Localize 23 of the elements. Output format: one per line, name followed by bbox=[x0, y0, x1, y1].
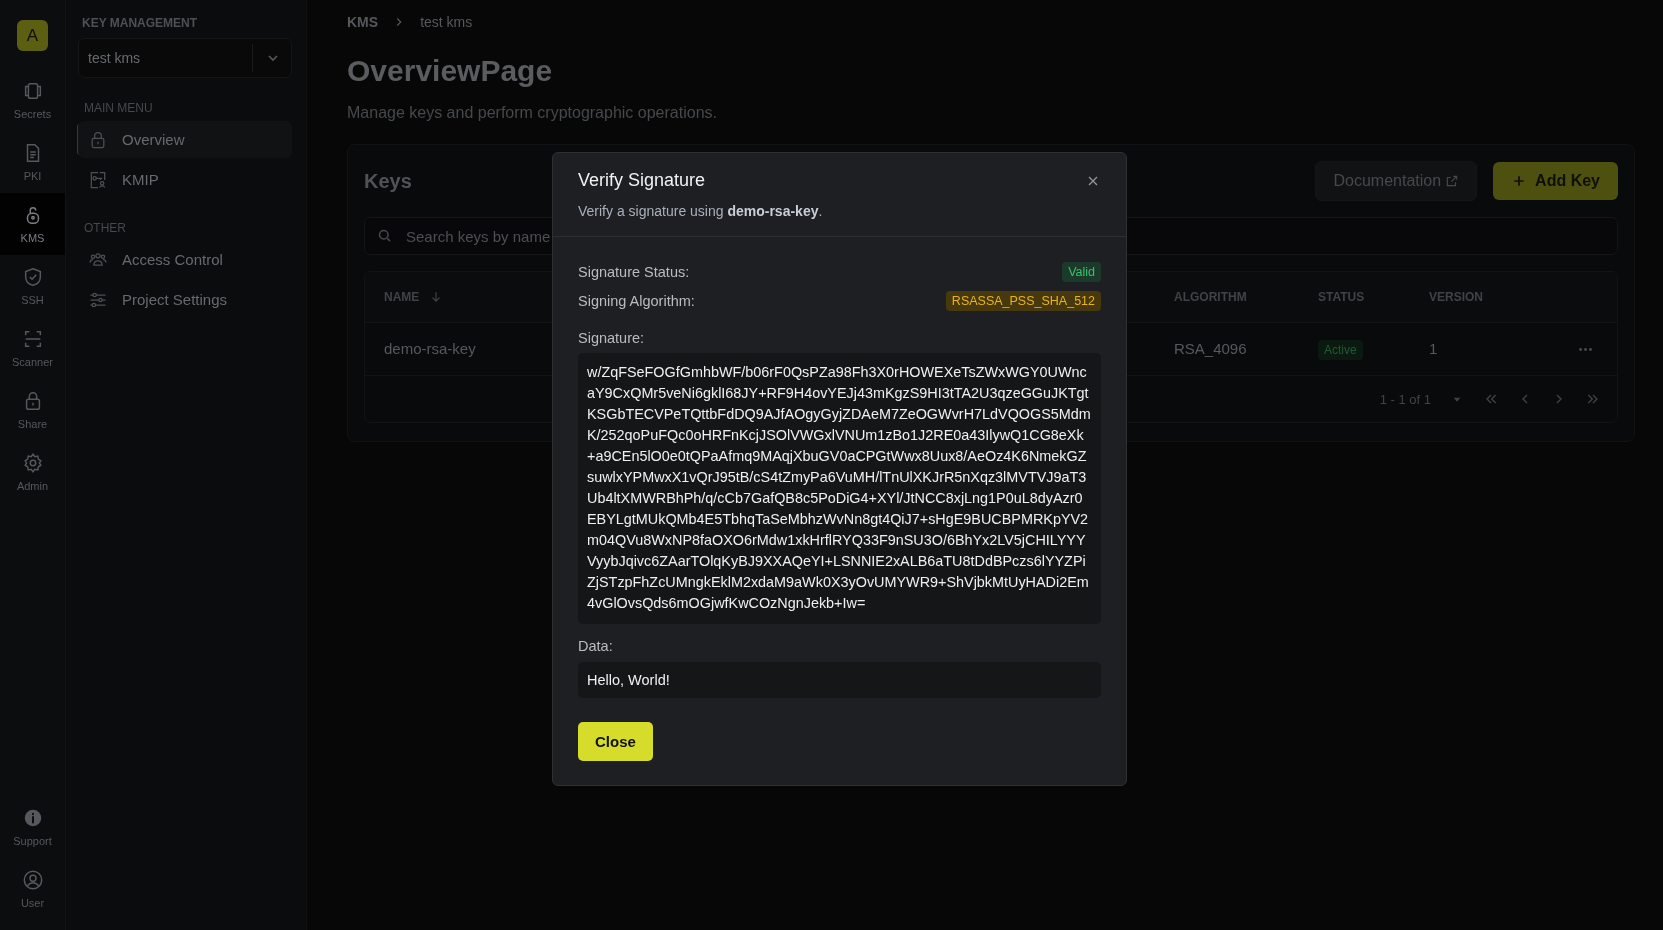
signature-text: w/ZqFSeFOGfGmhbWF/b06rF0QsPZa98Fh3X0rHOWEXeTsZWxWGY0UWncaY9CxQMr5veNi6gklI68JY+RF9H4ovYEJj43mKgzS9HI3tTA2U3qzeGGuJKTgtKSGbTECVPeTQttbFdDQ9AJfAOgyGyjZDAeM7ZeOGWvrH7LdVQOGS5MdmK/252qoPuFQc0oHRFnKcjJSOlVWGxlVNUm1zBo1J2RE0a43IlywQ1CG8eXk+a9CEn5lO0e0tQPaAfmq9MAqjXbuGV0aCPGtWwx8Uux8/AeOz4K6NmekGZsuwlxYPMwxX1vQrJ95tB/cS4tZmyPa6VuMH/lTnUlXKJrR5nXqz3lMVTVJ9aT3Ub4ltXMWRBhPh/q/cCb7GafQB8c5PoDiG4+XYl/JtNCC8xjLng1P0uL8dyAzr0EBYLgtMUkQMb4E5TbhqTaSeMbhzWvNn8gt4QiJ7+sHgE9BUCBPMRKpYV2m04QVu8WxNP8faOXO6rMdw1xkHrflRYQ33F9nSU3O/6BhYx2LV5jCHILYYYVyybJqivc6ZAarTOlqKyBJ9XXAQeYI+LSNNIE2xALB6aTU8tDdBPczs6lYYZPiZjSTzpFhZcUMngkEklM2xdaM9aWk0X3yOvUMYWR9+ShVjbkMtUyHADi2Em4vGlOvsQds6mOGjwfKwCOzNgnJekb+Iw= bbox=[578, 353, 1101, 624]
column-header: ALGORITHM bbox=[1174, 290, 1248, 304]
table-cell: demo-rsa-key bbox=[384, 340, 476, 357]
pagination-range: 1 - 1 of 1 bbox=[1379, 391, 1431, 407]
page-title: OverviewPage bbox=[347, 54, 554, 88]
field-label: Signing Algorithm: bbox=[578, 292, 695, 309]
dialog-title: Verify Signature bbox=[578, 170, 706, 191]
field-label: Data: bbox=[578, 638, 613, 654]
group-title: MAIN MENU bbox=[84, 101, 154, 115]
field-label: Signature: bbox=[578, 330, 645, 346]
status-badge: Valid bbox=[1062, 261, 1101, 282]
dialog-description: Verify a signature using demo-rsa-key. bbox=[578, 203, 824, 219]
page-subtitle: Manage keys and perform cryptographic operations. bbox=[347, 104, 718, 122]
panel-title: Keys bbox=[364, 169, 412, 193]
column-header: STATUS bbox=[1318, 290, 1366, 304]
table-cell: RSA_4096 bbox=[1174, 340, 1247, 357]
table-cell: 1 bbox=[1429, 340, 1438, 357]
field-label: Signature Status: bbox=[578, 263, 690, 280]
status-badge: Active bbox=[1318, 340, 1363, 360]
algorithm-badge: RSASSA_PSS_SHA_512 bbox=[945, 290, 1101, 311]
section-title: KEY MANAGEMENT bbox=[81, 16, 199, 30]
column-header: VERSION bbox=[1429, 290, 1484, 304]
group-title: OTHER bbox=[84, 221, 127, 235]
